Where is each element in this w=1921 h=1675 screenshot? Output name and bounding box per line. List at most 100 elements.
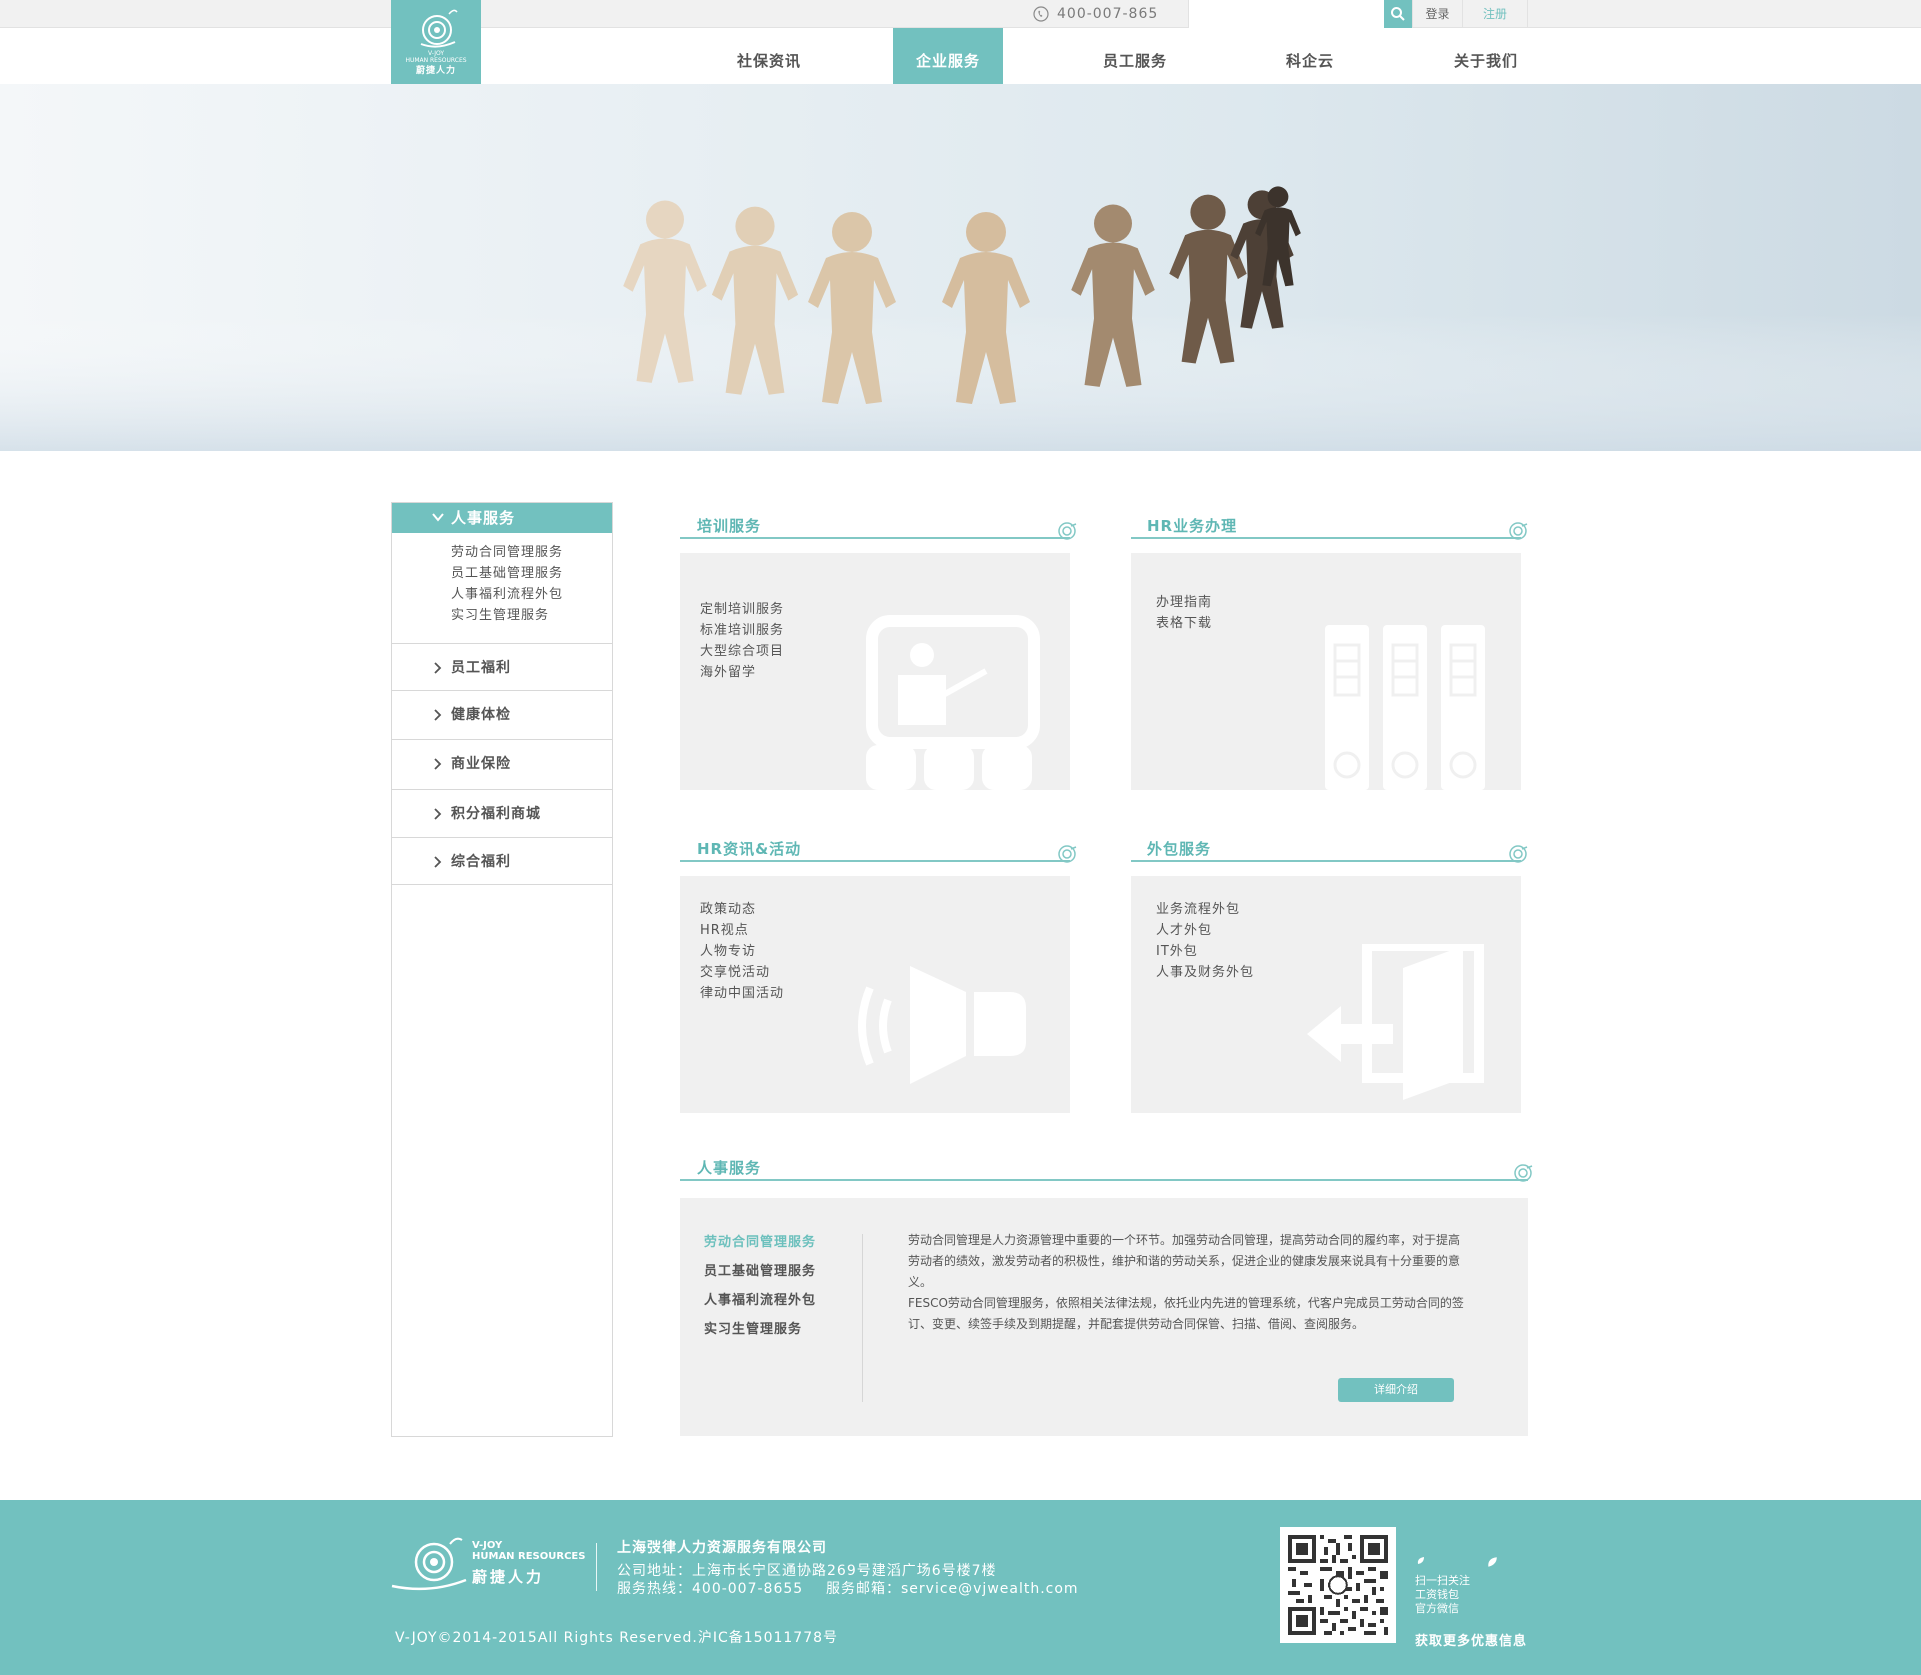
brand-swirl-icon <box>1509 845 1528 863</box>
nav-item-social-security-news[interactable]: 社保资讯 <box>716 28 822 84</box>
leaf-icon <box>1417 1557 1424 1564</box>
footer-brand-cn: 蔚捷人力 <box>472 1568 545 1586</box>
nav-item-employee-services[interactable]: 员工服务 <box>1082 28 1188 84</box>
register-link[interactable]: 注册 <box>1462 0 1528 28</box>
footer-brand-en: V-JOY <box>472 1540 503 1551</box>
search-button[interactable] <box>1384 0 1412 28</box>
sidebar-item-commercial-insurance[interactable]: 商业保险 <box>392 739 612 787</box>
section-title-hr-services: 人事服务 <box>697 1159 762 1177</box>
sidebar-item-points-mall[interactable]: 积分福利商城 <box>392 789 612 837</box>
card-title-hr-business[interactable]: HR业务办理 <box>1147 515 1237 536</box>
card-link-it-outsourcing[interactable]: IT外包 <box>1156 941 1198 962</box>
hotline: 400-007-865 <box>1033 4 1158 24</box>
site-logo[interactable]: V-JOY HUMAN RESOURCES 蔚捷人力 <box>391 0 481 84</box>
logo-brand-cn: 蔚捷人力 <box>415 66 456 76</box>
hr-tab-basic-management[interactable]: 员工基础管理服务 <box>704 1260 816 1279</box>
sidebar-subitem-welfare-outsourcing[interactable]: 人事福利流程外包 <box>451 583 563 602</box>
card-link-share-joy-events[interactable]: 交享悦活动 <box>700 962 770 983</box>
card-link-hr-finance-outsourcing[interactable]: 人事及财务外包 <box>1156 962 1254 983</box>
sidebar-item-employee-benefits[interactable]: 员工福利 <box>392 643 612 691</box>
card-link-large-projects[interactable]: 大型综合项目 <box>700 641 784 662</box>
chevron-down-icon <box>432 503 444 543</box>
nav-item-about-us[interactable]: 关于我们 <box>1433 28 1539 84</box>
card-link-standard-training[interactable]: 标准培训服务 <box>700 620 784 641</box>
card-training: 定制培训服务 标准培训服务 大型综合项目 海外留学 <box>680 553 1070 790</box>
hr-tab-labor-contract[interactable]: 劳动合同管理服务 <box>704 1231 816 1250</box>
sidebar-subitem-labor-contract[interactable]: 劳动合同管理服务 <box>451 541 563 560</box>
card-title-hr-news[interactable]: HR资讯&活动 <box>697 838 801 859</box>
card-title-outsourcing[interactable]: 外包服务 <box>1147 838 1211 859</box>
section-underline <box>1131 860 1521 862</box>
logo-text-en: V-JOY HUMAN RESOURCES <box>391 50 481 64</box>
sidebar-section-label: 人事服务 <box>451 509 516 527</box>
nav-item-enterprise-services[interactable]: 企业服务 <box>893 28 1003 84</box>
hr-tab-intern-management[interactable]: 实习生管理服务 <box>704 1318 802 1337</box>
qr-code-icon <box>1288 1535 1388 1635</box>
footer-logo-text-en: V-JOY HUMAN RESOURCES <box>472 1540 585 1562</box>
sidebar-item-label: 员工福利 <box>451 660 511 676</box>
hotline-number: 400-007-865 <box>1057 6 1159 22</box>
brand-swirl-icon <box>1058 845 1077 863</box>
logo-mark-icon <box>420 9 458 48</box>
sidebar-section-hr-services[interactable]: 人事服务 <box>392 503 612 533</box>
footer-logo-mark-icon <box>391 1537 467 1591</box>
card-link-interviews[interactable]: 人物专访 <box>700 941 756 962</box>
search-input[interactable] <box>1189 0 1385 27</box>
card-link-policy[interactable]: 政策动态 <box>700 899 756 920</box>
sidebar-item-label: 综合福利 <box>451 854 511 870</box>
footer-tagline-en: HUMAN RESOURCES <box>472 1551 586 1562</box>
card-link-guide[interactable]: 办理指南 <box>1156 592 1212 613</box>
card-outsourcing: 业务流程外包 人才外包 IT外包 人事及财务外包 <box>1131 876 1521 1113</box>
presentation-board-icon <box>866 615 1040 790</box>
login-link[interactable]: 登录 <box>1412 0 1462 28</box>
sidebar-item-comprehensive-benefits[interactable]: 综合福利 <box>392 837 612 885</box>
company-name: 上海弢律人力资源服务有限公司 <box>617 1540 827 1556</box>
service-email[interactable]: 服务邮箱：service@vjwealth.com <box>826 1578 1079 1598</box>
hr-services-panel: 劳动合同管理服务 员工基础管理服务 人事福利流程外包 实习生管理服务 劳动合同管… <box>680 1198 1528 1436</box>
card-link-study-abroad[interactable]: 海外留学 <box>700 662 756 683</box>
card-link-form-download[interactable]: 表格下载 <box>1156 613 1212 634</box>
binders-icon <box>1325 625 1485 790</box>
logo-brand-en: V-JOY <box>427 50 445 57</box>
company-address: 公司地址：上海市长宁区通协路269号建滔广场6号楼7楼 <box>617 1563 997 1579</box>
card-link-bpo[interactable]: 业务流程外包 <box>1156 899 1240 920</box>
qr-caption-line: 官方微信 <box>1415 1602 1459 1615</box>
chevron-right-icon <box>432 838 442 906</box>
nav-item-keqiyun[interactable]: 科企云 <box>1260 28 1360 84</box>
card-link-talent-outsourcing[interactable]: 人才外包 <box>1156 920 1212 941</box>
hr-service-description: 劳动合同管理是人力资源管理中重要的一个环节。加强劳动合同管理，提高劳动合同的履约… <box>908 1230 1470 1335</box>
sidebar-subitem-basic-management[interactable]: 员工基础管理服务 <box>451 562 563 581</box>
brand-swirl-icon <box>1509 522 1528 540</box>
more-offers-link[interactable]: 获取更多优惠信息 <box>1415 1630 1527 1649</box>
details-button[interactable]: 详细介绍 <box>1338 1378 1454 1402</box>
service-hotline: 服务热线：400-007-8655 <box>617 1581 804 1597</box>
card-link-hr-view[interactable]: HR视点 <box>700 920 749 941</box>
sidebar-item-label: 商业保险 <box>451 756 511 772</box>
section-underline <box>680 1179 1528 1181</box>
qr-caption-line: 扫一扫关注 <box>1415 1574 1470 1587</box>
section-underline <box>680 537 1070 539</box>
search-icon <box>1391 7 1405 21</box>
brand-swirl-icon <box>1058 522 1077 540</box>
description-paragraph: 劳动合同管理是人力资源管理中重要的一个环节。加强劳动合同管理，提高劳动合同的履约… <box>908 1233 1461 1289</box>
section-underline <box>680 860 1070 862</box>
description-paragraph: FESCO劳动合同管理服务，依照相关法律法规，依托业内先进的管理系统，代客户完成… <box>908 1296 1464 1331</box>
card-link-rhythm-china-events[interactable]: 律动中国活动 <box>700 983 784 1004</box>
sidebar-item-health-checkup[interactable]: 健康体检 <box>392 690 612 738</box>
sidebar-subitem-intern-management[interactable]: 实习生管理服务 <box>451 604 549 623</box>
speaker-icon <box>858 966 1026 1084</box>
search-box <box>1188 0 1385 28</box>
top-utility-bar <box>0 0 1921 28</box>
paper-people-chain-illustration <box>0 186 1921 451</box>
leaf-icon <box>1488 1557 1497 1567</box>
card-link-custom-training[interactable]: 定制培训服务 <box>700 599 784 620</box>
card-title-training[interactable]: 培训服务 <box>697 515 761 536</box>
copyright: V-JOY©2014-2015All Rights Reserved.沪IC备1… <box>395 1630 839 1646</box>
sidebar: 人事服务 劳动合同管理服务 员工基础管理服务 人事福利流程外包 实习生管理服务 … <box>391 502 613 1437</box>
hr-tab-welfare-outsourcing[interactable]: 人事福利流程外包 <box>704 1289 816 1308</box>
hero-banner <box>0 84 1921 451</box>
qr-caption-line: 工资钱包 <box>1415 1588 1459 1601</box>
panel-divider <box>862 1234 863 1402</box>
card-hr-business: 办理指南 表格下载 <box>1131 553 1521 790</box>
sidebar-item-label: 健康体检 <box>451 707 511 723</box>
